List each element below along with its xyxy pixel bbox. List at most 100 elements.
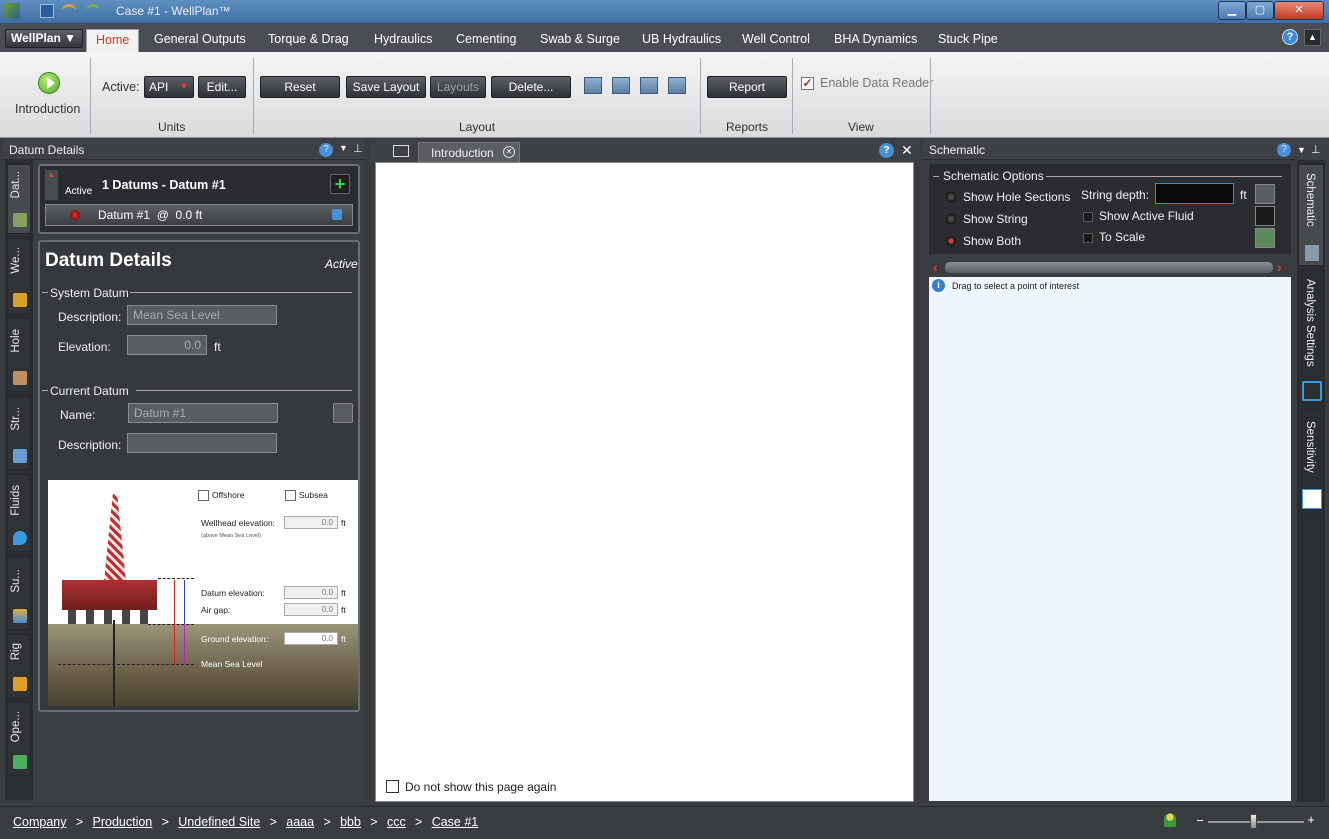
- show-both-radio[interactable]: [946, 236, 956, 246]
- dont-show-checkbox[interactable]: [386, 780, 399, 793]
- air-gap-field[interactable]: 0.0: [284, 603, 338, 616]
- save-layout-button[interactable]: Save Layout: [346, 76, 426, 98]
- vtab-sensitivity[interactable]: Sensitivity: [1298, 408, 1324, 514]
- layout-grid-icon[interactable]: [640, 77, 658, 94]
- minimize-button[interactable]: ▁: [1218, 1, 1246, 20]
- enable-data-reader-checkbox[interactable]: ✓: [801, 77, 814, 90]
- zoom-in-button[interactable]: +: [1305, 812, 1317, 827]
- lock-icon[interactable]: [332, 209, 342, 220]
- close-tab-icon[interactable]: ✕: [503, 146, 515, 158]
- vtab-rig[interactable]: Rig: [7, 634, 31, 698]
- breadcrumb-company[interactable]: Company: [13, 815, 67, 829]
- maximize-button[interactable]: ▢: [1246, 1, 1274, 20]
- layout-columns-icon[interactable]: [612, 77, 630, 94]
- elevation-unit: ft: [214, 340, 221, 354]
- show-hole-sections-radio[interactable]: [946, 192, 956, 202]
- tab-general-outputs[interactable]: General Outputs: [154, 32, 246, 46]
- system-description-field[interactable]: Mean Sea Level: [127, 305, 277, 325]
- current-description-field[interactable]: [127, 433, 277, 453]
- units-select[interactable]: API ▼: [144, 76, 194, 98]
- help-icon[interactable]: ?: [1277, 143, 1291, 157]
- redo-icon[interactable]: [86, 4, 100, 16]
- tab-ub-hydraulics[interactable]: UB Hydraulics: [642, 32, 721, 46]
- user-icon[interactable]: [1164, 813, 1176, 827]
- dropdown-icon[interactable]: ▼: [1297, 145, 1306, 155]
- breadcrumb-site[interactable]: Undefined Site: [178, 815, 260, 829]
- datum-details-panel-header: Datum Details ? ▼ ⊥: [3, 140, 365, 160]
- scroll-right-arrow[interactable]: ›: [1277, 259, 1282, 275]
- vtab-subsurface[interactable]: Su...: [7, 556, 31, 630]
- vtab-schematic[interactable]: Schematic: [1298, 164, 1324, 266]
- collapse-arrow-icon[interactable]: ▲: [45, 170, 58, 200]
- vtab-wellpath[interactable]: We...: [7, 238, 31, 314]
- layouts-button[interactable]: Layouts: [430, 76, 486, 98]
- horizontal-scrollbar[interactable]: [945, 262, 1273, 273]
- elevation-field[interactable]: 0.0: [127, 335, 207, 355]
- reset-button[interactable]: Reset: [260, 76, 340, 98]
- tab-cementing[interactable]: Cementing: [456, 32, 516, 46]
- vtab-fluids[interactable]: Fluids: [7, 474, 31, 552]
- wellplan-menu-button[interactable]: WellPlan ▼: [5, 29, 83, 48]
- help-icon[interactable]: ?: [319, 143, 333, 157]
- datum-name-field[interactable]: Datum #1: [128, 403, 278, 423]
- edit-units-button[interactable]: Edit...: [198, 76, 246, 98]
- ground-elevation-field[interactable]: 0.0: [284, 632, 338, 645]
- ribbon-panel: Introduction Active: API ▼ Edit... Units…: [0, 52, 1329, 138]
- scroll-left-arrow[interactable]: ‹: [933, 259, 938, 275]
- datum-elevation-field[interactable]: 0.0: [284, 586, 338, 599]
- vtab-string[interactable]: Str...: [7, 396, 31, 470]
- breadcrumb-design[interactable]: ccc: [387, 815, 406, 829]
- string-depth-input[interactable]: [1155, 183, 1234, 204]
- layout-single-icon[interactable]: [584, 77, 602, 94]
- vtab-analysis-settings[interactable]: Analysis Settings: [1298, 270, 1324, 404]
- show-active-fluid-checkbox[interactable]: [1083, 212, 1093, 222]
- to-scale-checkbox[interactable]: [1083, 233, 1093, 243]
- tab-well-control[interactable]: Well Control: [742, 32, 810, 46]
- report-button[interactable]: Report: [707, 76, 787, 98]
- help-icon[interactable]: ?: [879, 143, 894, 158]
- vtab-hole[interactable]: Hole: [7, 318, 31, 392]
- layout-full-icon[interactable]: [668, 77, 686, 94]
- subsea-checkbox[interactable]: [285, 490, 296, 501]
- add-datum-button[interactable]: +: [330, 174, 350, 194]
- subsurface-icon: [13, 609, 27, 623]
- vtab-datum[interactable]: Dat...: [7, 164, 31, 234]
- undo-icon[interactable]: [62, 4, 76, 16]
- wellhead-field[interactable]: 0.0: [284, 516, 338, 529]
- tab-bha-dynamics[interactable]: BHA Dynamics: [834, 32, 917, 46]
- ground-elevation-label: Ground elevation:: [201, 634, 269, 644]
- breadcrumb-case[interactable]: Case #1: [432, 815, 479, 829]
- schematic-canvas[interactable]: [929, 277, 1291, 801]
- save-icon[interactable]: [40, 4, 54, 18]
- fit-icon[interactable]: [1255, 206, 1275, 226]
- tab-stuck-pipe[interactable]: Stuck Pipe: [938, 32, 998, 46]
- tab-introduction[interactable]: Introduction ✕: [418, 142, 520, 162]
- float-window-icon[interactable]: [393, 145, 409, 157]
- app-icon[interactable]: [4, 3, 20, 19]
- zoom-out-button[interactable]: −: [1194, 813, 1206, 828]
- tab-hydraulics[interactable]: Hydraulics: [374, 32, 432, 46]
- help-icon[interactable]: ?: [1282, 29, 1298, 45]
- zoom-slider-thumb[interactable]: [1250, 814, 1257, 829]
- tab-home[interactable]: Home: [86, 29, 140, 53]
- tab-swab-surge[interactable]: Swab & Surge: [540, 32, 620, 46]
- close-panel-icon[interactable]: ✕: [901, 142, 913, 159]
- dropdown-icon[interactable]: ▼: [339, 143, 348, 153]
- ribbon-collapse-icon[interactable]: ▲: [1304, 29, 1321, 46]
- zoom-icon[interactable]: [1255, 228, 1275, 248]
- depth-picker-icon[interactable]: [1255, 184, 1275, 204]
- vtab-operations[interactable]: Ope...: [7, 702, 31, 776]
- delete-layout-button[interactable]: Delete...: [491, 76, 571, 98]
- breadcrumb-well[interactable]: aaaa: [286, 815, 314, 829]
- breadcrumb-wellbore[interactable]: bbb: [340, 815, 361, 829]
- pin-icon[interactable]: ⊥: [1311, 143, 1321, 156]
- show-string-radio[interactable]: [946, 214, 956, 224]
- introduction-button[interactable]: Introduction: [8, 70, 88, 120]
- trash-icon[interactable]: [333, 403, 353, 423]
- pin-icon[interactable]: ⊥: [353, 142, 363, 155]
- breadcrumb-project[interactable]: Production: [93, 815, 153, 829]
- offshore-checkbox[interactable]: [198, 490, 209, 501]
- close-button[interactable]: ✕: [1274, 1, 1324, 20]
- datum-row[interactable]: Datum #1 @ 0.0 ft: [45, 204, 353, 226]
- tab-torque-drag[interactable]: Torque & Drag: [268, 32, 349, 46]
